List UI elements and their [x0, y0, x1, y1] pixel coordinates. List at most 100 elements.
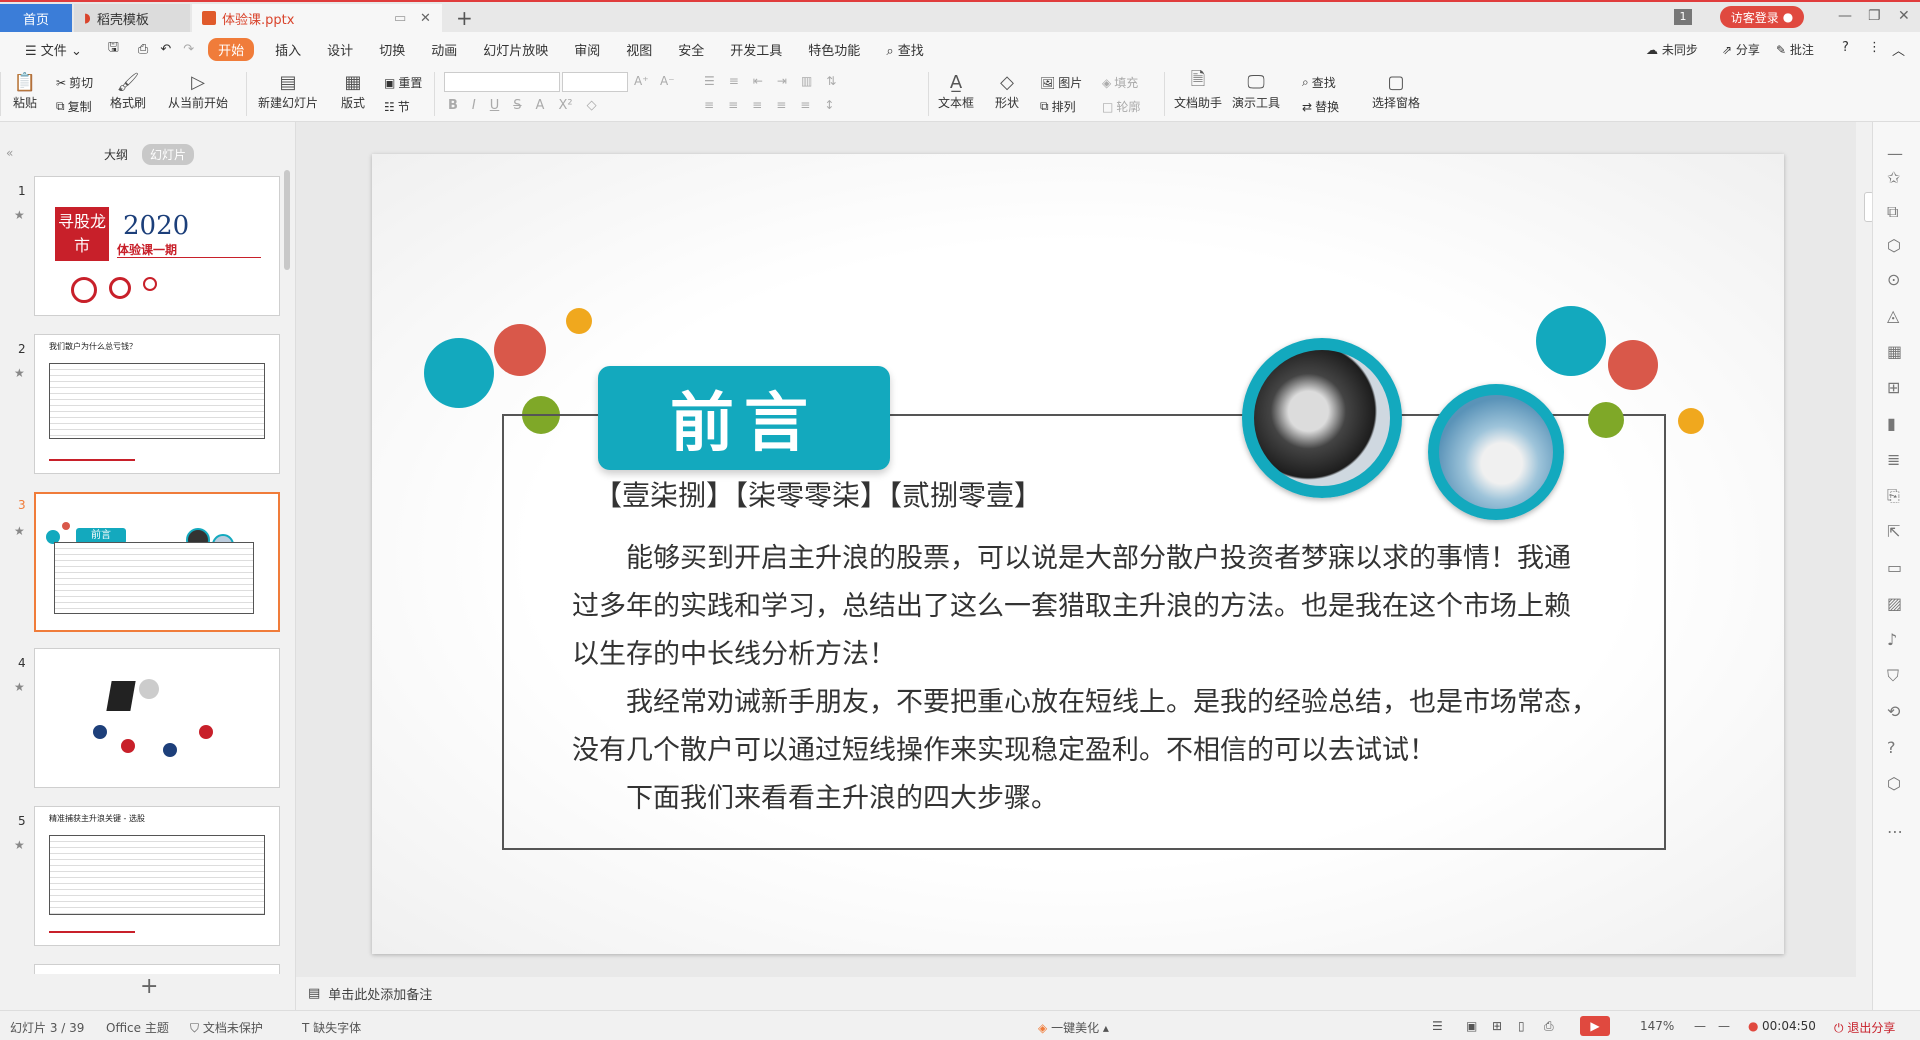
- reading-view-icon[interactable]: ▯: [1518, 1019, 1525, 1033]
- window-count-badge[interactable]: 1: [1674, 9, 1692, 25]
- cut-button[interactable]: ✂ 剪切: [56, 74, 93, 91]
- shield-icon[interactable]: ⛉: [1887, 666, 1899, 686]
- panel-scrollbar[interactable]: [284, 170, 290, 270]
- feedback-icon[interactable]: ⬡: [1887, 774, 1901, 793]
- font-size-select[interactable]: [562, 72, 628, 92]
- bullet-list-icon[interactable]: ☰: [704, 74, 715, 88]
- justify-icon[interactable]: ≡: [776, 98, 786, 112]
- share-button[interactable]: ⇗ 分享: [1722, 41, 1760, 58]
- sorter-view-icon[interactable]: ⊞: [1492, 1019, 1502, 1033]
- numbered-list-icon[interactable]: ≡: [729, 74, 739, 88]
- zoom-out-icon[interactable]: —: [1694, 1019, 1706, 1033]
- align-left-icon[interactable]: ≡: [704, 98, 714, 112]
- align-center-icon[interactable]: ≡: [728, 98, 738, 112]
- fill-button[interactable]: ◈ 填充: [1102, 74, 1138, 91]
- menu-insert[interactable]: 插入: [262, 40, 314, 59]
- table-icon[interactable]: ▦: [1887, 342, 1902, 361]
- replace-button[interactable]: ⇄ 替换: [1302, 98, 1339, 115]
- presenter-view-icon[interactable]: ⎙: [1544, 1019, 1554, 1034]
- copy-button[interactable]: ⧉ 复制: [56, 98, 92, 115]
- menu-developer[interactable]: 开发工具: [717, 40, 795, 59]
- filter-icon[interactable]: ≣: [1887, 450, 1900, 469]
- paint-bucket-icon[interactable]: ◬: [1887, 306, 1899, 325]
- menu-animation[interactable]: 动画: [418, 40, 470, 59]
- collapse-ribbon-icon[interactable]: ︿: [1892, 40, 1905, 59]
- body-line-2[interactable]: 过多年的实践和学习，总结出了这么一套猎取主升浪的方法。也是我在这个市场上赖: [572, 584, 1571, 623]
- pin-icon[interactable]: ▭: [394, 11, 406, 26]
- tab-outline[interactable]: 大纲: [104, 146, 128, 163]
- print-icon[interactable]: ⎙: [132, 42, 154, 57]
- beautify-button[interactable]: ◈ 一键美化 ▴: [1038, 1019, 1109, 1036]
- font-name-select[interactable]: [444, 72, 560, 92]
- pin-sidebar-icon[interactable]: ✩: [1887, 168, 1900, 187]
- undo-icon[interactable]: ↶: [154, 42, 177, 57]
- bold-icon[interactable]: B: [448, 98, 458, 113]
- text-direction-icon[interactable]: ⇅: [826, 74, 836, 88]
- menu-transition[interactable]: 切换: [366, 40, 418, 59]
- slide-title-box[interactable]: 前言: [598, 366, 890, 470]
- tab-docer[interactable]: ◗ 稻壳模板: [74, 4, 190, 32]
- shape-button[interactable]: ◇ 形状: [994, 70, 1020, 111]
- sync-status[interactable]: ☁ 未同步: [1646, 41, 1698, 58]
- body-line-5[interactable]: 没有几个散户可以通过短线操作来实现稳定盈利。不相信的可以去试试！: [572, 728, 1436, 767]
- slide-subtitle[interactable]: 【壹柒捌】【柒零零柒】【贰捌零壹】: [594, 474, 1042, 514]
- location-icon[interactable]: ⊙: [1887, 270, 1900, 289]
- font-size-up[interactable]: A⁺: [634, 74, 649, 88]
- menu-special[interactable]: 特色功能: [795, 40, 873, 59]
- grid-icon[interactable]: ⊞: [1887, 378, 1900, 397]
- image-icon[interactable]: ▨: [1887, 594, 1902, 613]
- close-tab-icon[interactable]: ✕: [420, 11, 431, 26]
- body-line-4[interactable]: 我经常劝诫新手朋友，不要把重心放在短线上。是我的经验总结，也是市场常态，: [626, 680, 1598, 719]
- slide-thumbnail-5[interactable]: 精准捕获主升浪关键 - 选股: [34, 806, 280, 946]
- slide-3[interactable]: 前言 【壹柒捌】【柒零零柒】【贰捌零壹】 能够买到开启主升浪的股票，可以说是大部…: [372, 154, 1784, 954]
- protect-status[interactable]: ⛉ 文档未保护: [190, 1019, 263, 1036]
- font-color-icon[interactable]: A: [536, 98, 545, 113]
- comment-button[interactable]: ✎ 批注: [1776, 41, 1814, 58]
- normal-view-icon[interactable]: ▣: [1466, 1019, 1477, 1033]
- restore-icon[interactable]: ❐: [1868, 8, 1881, 24]
- find-button[interactable]: ⌕ 查找: [1302, 74, 1336, 91]
- align-right-icon[interactable]: ≡: [752, 98, 762, 112]
- present-tools-button[interactable]: 🖵 演示工具: [1232, 70, 1280, 111]
- slide-thumbnail-3[interactable]: 前言: [34, 492, 280, 632]
- slide-thumbnail-4[interactable]: [34, 648, 280, 788]
- picture-button[interactable]: 🖼 图片: [1040, 74, 1082, 91]
- indent-increase-icon[interactable]: ⇥: [777, 74, 787, 88]
- layout-button[interactable]: ▦ 版式: [340, 70, 366, 111]
- zoom-slider[interactable]: —: [1718, 1019, 1730, 1033]
- chart-icon[interactable]: ▮: [1887, 414, 1896, 433]
- minimize-icon[interactable]: —: [1838, 8, 1852, 24]
- format-painter-button[interactable]: 🖌 格式刷: [110, 70, 146, 111]
- slide-thumbnail-6-partial[interactable]: [34, 964, 280, 974]
- outline-button[interactable]: □ 轮廓: [1102, 98, 1140, 115]
- play-from-current-button[interactable]: ▷ 从当前开始: [168, 70, 228, 111]
- distribute-icon[interactable]: ≡: [800, 98, 810, 112]
- zoom-level[interactable]: 147%: [1640, 1019, 1674, 1033]
- columns-icon[interactable]: ▥: [801, 74, 812, 88]
- menu-start[interactable]: 开始: [208, 37, 255, 61]
- save-icon[interactable]: 🖫: [95, 38, 132, 60]
- history-icon[interactable]: ⟲: [1887, 702, 1900, 721]
- doc-helper-button[interactable]: 🗎 文档助手: [1174, 69, 1222, 111]
- redo-icon[interactable]: ↷: [177, 42, 200, 57]
- photo-laptop[interactable]: [1428, 384, 1564, 520]
- reset-button[interactable]: ▣ 重置: [384, 74, 422, 91]
- photo-handshake[interactable]: [1242, 338, 1402, 498]
- export-icon[interactable]: ⇱: [1887, 522, 1900, 541]
- animation-icon[interactable]: ⧉: [1887, 202, 1898, 222]
- section-button[interactable]: ☷ 节: [384, 98, 410, 115]
- slide-thumbnail-2[interactable]: 我们散户为什么总亏钱？: [34, 334, 280, 474]
- line-spacing-icon[interactable]: ↕: [824, 98, 834, 112]
- tab-home[interactable]: 首页: [0, 4, 72, 32]
- collapse-icon[interactable]: —: [1887, 144, 1903, 163]
- slide-thumbnail-1[interactable]: 寻股龙市 2020 体验课一期: [34, 176, 280, 316]
- menu-security[interactable]: 安全: [665, 40, 717, 59]
- copy-icon[interactable]: ⎘: [1887, 486, 1900, 506]
- body-line-3[interactable]: 以生存的中长线分析方法！: [572, 632, 896, 671]
- body-line-6[interactable]: 下面我们来看看主升浪的四大步骤。: [626, 776, 1058, 815]
- strikethrough-icon[interactable]: S: [513, 98, 521, 113]
- arrange-button[interactable]: ⧉ 排列: [1040, 98, 1076, 115]
- menu-file[interactable]: ☰ 文件 ⌄: [12, 40, 95, 59]
- collapse-panel-icon[interactable]: «: [6, 146, 13, 160]
- archive-icon[interactable]: ▭: [1887, 558, 1902, 577]
